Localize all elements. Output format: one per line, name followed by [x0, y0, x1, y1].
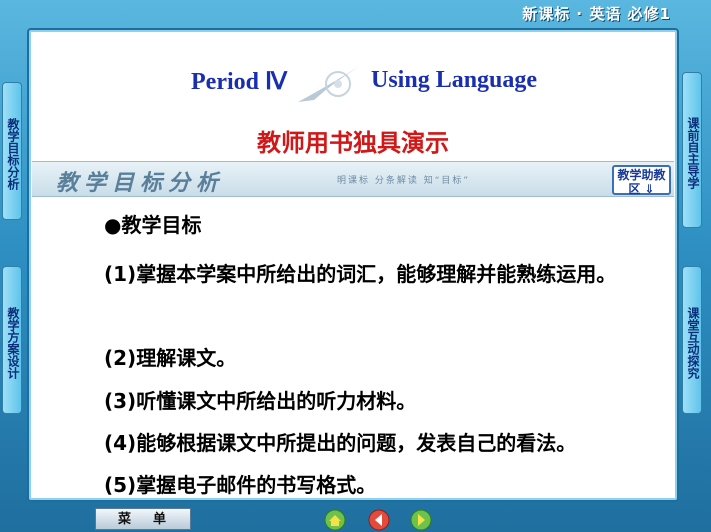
- slide-panel: Period Ⅳ Using Language 教师用书独具演示 教学目标分析 …: [27, 28, 679, 502]
- section-banner: 教学目标分析 明课标 分条解读 知“目标” 教学助教区 ⇓: [32, 161, 674, 197]
- banner-title: 教学目标分析: [56, 171, 225, 196]
- objective-item-2: (2)理解课文。: [104, 346, 237, 370]
- teaching-help-button[interactable]: 教学助教区 ⇓: [612, 165, 671, 196]
- objective-item-5: (5)掌握电子邮件的书写格式。: [104, 473, 377, 497]
- objective-item-1: (1)掌握本学案中所给出的词汇，能够理解并能熟练运用。: [104, 262, 617, 286]
- left-tab-design[interactable]: 教学方案设计: [2, 266, 22, 414]
- period-label: Period Ⅳ: [191, 69, 288, 95]
- course-header: 新课标 · 英语 必修1: [522, 5, 671, 23]
- objectives-heading: ●教学目标: [104, 213, 202, 237]
- page-subtitle: 教师用书独具演示: [257, 129, 449, 157]
- home-icon[interactable]: [324, 509, 346, 531]
- objective-item-4: (4)能够根据课文中所提出的问题，发表自己的看法。: [104, 431, 577, 455]
- topic-label: Using Language: [371, 67, 538, 93]
- left-tab-objectives[interactable]: 教学目标分析: [2, 82, 22, 220]
- swoosh-icon: [298, 66, 360, 102]
- banner-tip: 明课标 分条解读 知“目标”: [337, 176, 471, 186]
- objective-item-3: (3)听懂课文中所给出的听力材料。: [104, 389, 417, 413]
- menu-button[interactable]: 菜单: [95, 508, 191, 530]
- right-tab-explore[interactable]: 课堂互动探究: [682, 266, 702, 414]
- forward-icon[interactable]: [410, 509, 432, 531]
- right-tab-preview[interactable]: 课前自主导学: [682, 72, 702, 228]
- back-icon[interactable]: [368, 509, 390, 531]
